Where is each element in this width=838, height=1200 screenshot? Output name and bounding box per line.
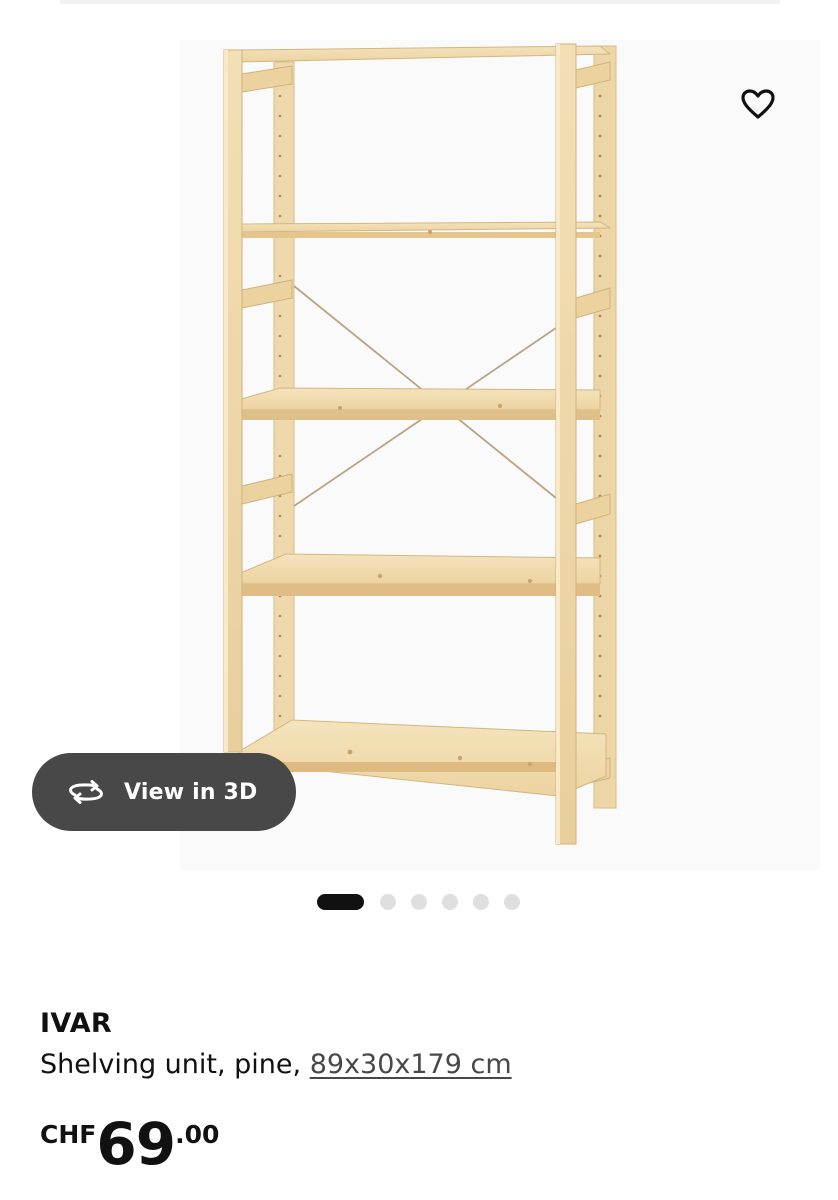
carousel-dot-3[interactable] bbox=[411, 894, 427, 910]
product-name: IVAR bbox=[40, 1008, 112, 1039]
product-price: CHF 69 .00 bbox=[40, 1112, 219, 1176]
top-divider bbox=[60, 0, 780, 4]
product-description: Shelving unit, pine, 89x30x179 cm bbox=[40, 1048, 800, 1082]
carousel-dot-4[interactable] bbox=[442, 894, 458, 910]
price-currency: CHF bbox=[40, 1120, 97, 1149]
view-in-3d-button[interactable]: View in 3D bbox=[32, 753, 296, 831]
product-type: Shelving unit, pine, bbox=[40, 1049, 310, 1080]
price-integer: 69 bbox=[96, 1110, 176, 1178]
view-in-3d-label: View in 3D bbox=[124, 779, 258, 805]
heart-outline-icon bbox=[741, 89, 775, 119]
product-info: IVAR Shelving unit, pine, 89x30x179 cm bbox=[40, 1008, 800, 1082]
rotate-3d-icon bbox=[66, 779, 106, 805]
price-decimal: .00 bbox=[175, 1120, 220, 1149]
carousel-dot-6[interactable] bbox=[504, 894, 520, 910]
shelving-unit-image bbox=[223, 43, 617, 845]
carousel-dot-2[interactable] bbox=[380, 894, 396, 910]
carousel-dot-5[interactable] bbox=[473, 894, 489, 910]
favourite-button[interactable] bbox=[734, 80, 782, 128]
image-carousel-dots bbox=[317, 893, 535, 911]
carousel-dot-1[interactable] bbox=[317, 894, 364, 910]
product-size-link[interactable]: 89x30x179 cm bbox=[310, 1049, 512, 1080]
product-image-gallery[interactable]: View in 3D bbox=[0, 0, 838, 880]
product-page: View in 3D IVAR Shelving unit, pine, 89x… bbox=[0, 0, 838, 1200]
